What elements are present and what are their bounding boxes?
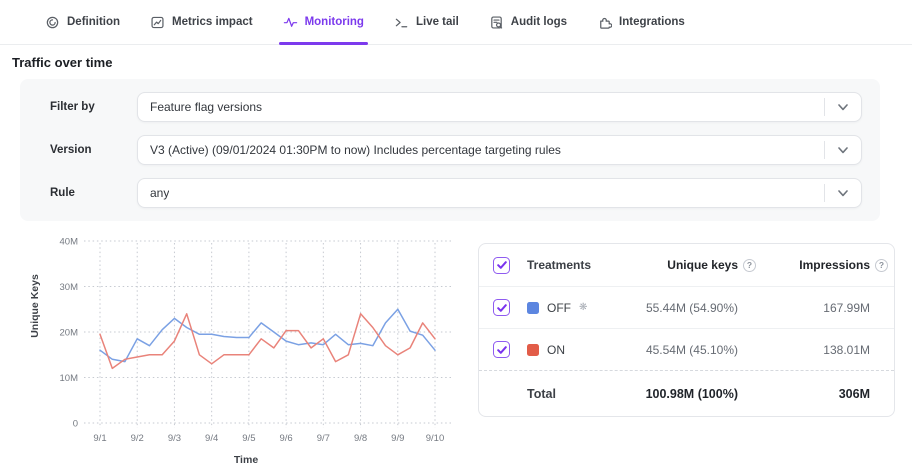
filter-by-select[interactable]: Feature flag versions [137,92,862,122]
filter-by-row: Filter by Feature flag versions [50,92,862,122]
treatment-name: ON [547,343,565,357]
live-tail-icon [394,15,409,30]
impressions-column-header: Impressions ? [762,258,894,272]
tab-monitoring[interactable]: Monitoring [268,0,379,44]
page-title: Traffic over time [12,55,912,70]
on-impressions: 138.01M [762,343,894,357]
select-value: any [138,186,169,200]
select-value: Feature flag versions [138,100,262,114]
version-row: Version V3 (Active) (09/01/2024 01:30PM … [50,135,862,165]
definition-icon [45,15,60,30]
help-icon[interactable]: ? [743,259,756,272]
x-tick-label: 9/5 [242,433,255,444]
x-tick-label: 9/6 [280,433,293,444]
select-all-checkbox[interactable] [493,257,510,274]
series-line-off [100,309,435,361]
tab-label: Live tail [416,16,459,28]
tab-integrations[interactable]: Integrations [582,0,700,44]
chevron-down-icon [825,104,861,111]
off-treatment-checkbox[interactable] [493,299,510,316]
y-tick-label: 0 [73,419,78,430]
audit-logs-icon [489,15,504,30]
off-unique-keys: 55.44M (54.90%) [592,301,762,315]
series-line-on [100,314,435,369]
help-icon[interactable]: ? [875,259,888,272]
x-tick-label: 9/4 [205,433,218,444]
on-series-swatch [527,344,539,356]
total-label: Total [525,387,592,401]
table-row-on: ON 45.54M (45.10%) 138.01M [479,328,894,370]
total-impressions: 306M [762,387,894,401]
treatments-table: Treatments Unique keys ? Impressions ? O… [478,243,895,417]
total-unique-keys: 100.98M (100%) [592,387,762,401]
x-tick-label: 9/10 [426,433,445,444]
rule-label: Rule [50,187,137,199]
table-row-off: OFF ❋ 55.44M (54.90%) 167.99M [479,286,894,328]
tab-label: Monitoring [305,16,364,28]
x-tick-label: 9/9 [391,433,404,444]
on-treatment-checkbox[interactable] [493,341,510,358]
table-header-row: Treatments Unique keys ? Impressions ? [479,244,894,286]
version-select[interactable]: V3 (Active) (09/01/2024 01:30PM to now) … [137,135,862,165]
x-tick-label: 9/7 [317,433,330,444]
integrations-icon [597,15,612,30]
table-row-total: Total 100.98M (100%) 306M [479,370,894,416]
x-tick-label: 9/3 [168,433,181,444]
filter-by-label: Filter by [50,101,137,113]
treatment-name: OFF [547,301,571,315]
tab-live-tail[interactable]: Live tail [379,0,474,44]
traffic-chart-section: Unique Keys 010M20M30M40M9/19/29/39/49/5… [0,228,912,470]
monitoring-icon [283,15,298,30]
tab-label: Definition [67,16,120,28]
off-impressions: 167.99M [762,301,894,315]
tab-bar: Definition Metrics impact Monitoring Liv… [0,0,912,45]
default-treatment-icon: ❋ [579,302,587,313]
x-tick-label: 9/1 [93,433,106,444]
y-tick-label: 30M [60,282,79,293]
tab-definition[interactable]: Definition [30,0,135,44]
select-value: V3 (Active) (09/01/2024 01:30PM to now) … [138,143,561,157]
off-series-swatch [527,302,539,314]
y-tick-label: 10M [60,373,79,384]
tab-metrics-impact[interactable]: Metrics impact [135,0,268,44]
x-axis-title: Time [234,454,258,466]
traffic-line-chart: 0 10M 20M 30M 40M 9/1 9/2 9/3 9/4 9/5 9/6 9/7 9/8 9/9… [0,228,470,448]
tab-label: Metrics impact [172,16,253,28]
x-tick-label: 9/8 [354,433,367,444]
chevron-down-icon [825,190,861,197]
unique-keys-column-header: Unique keys ? [592,258,762,272]
rule-row: Rule any [50,178,862,208]
on-unique-keys: 45.54M (45.10%) [592,343,762,357]
y-tick-label: 20M [60,328,79,339]
version-label: Version [50,144,137,156]
metrics-impact-icon [150,15,165,30]
tab-audit-logs[interactable]: Audit logs [474,0,582,44]
x-tick-label: 9/2 [131,433,144,444]
tab-label: Integrations [619,16,685,28]
rule-select[interactable]: any [137,178,862,208]
chevron-down-icon [825,147,861,154]
y-tick-label: 40M [60,237,79,248]
filters-panel: Filter by Feature flag versions Version … [20,79,880,221]
treatments-column-header: Treatments [525,258,592,272]
tab-label: Audit logs [511,16,567,28]
